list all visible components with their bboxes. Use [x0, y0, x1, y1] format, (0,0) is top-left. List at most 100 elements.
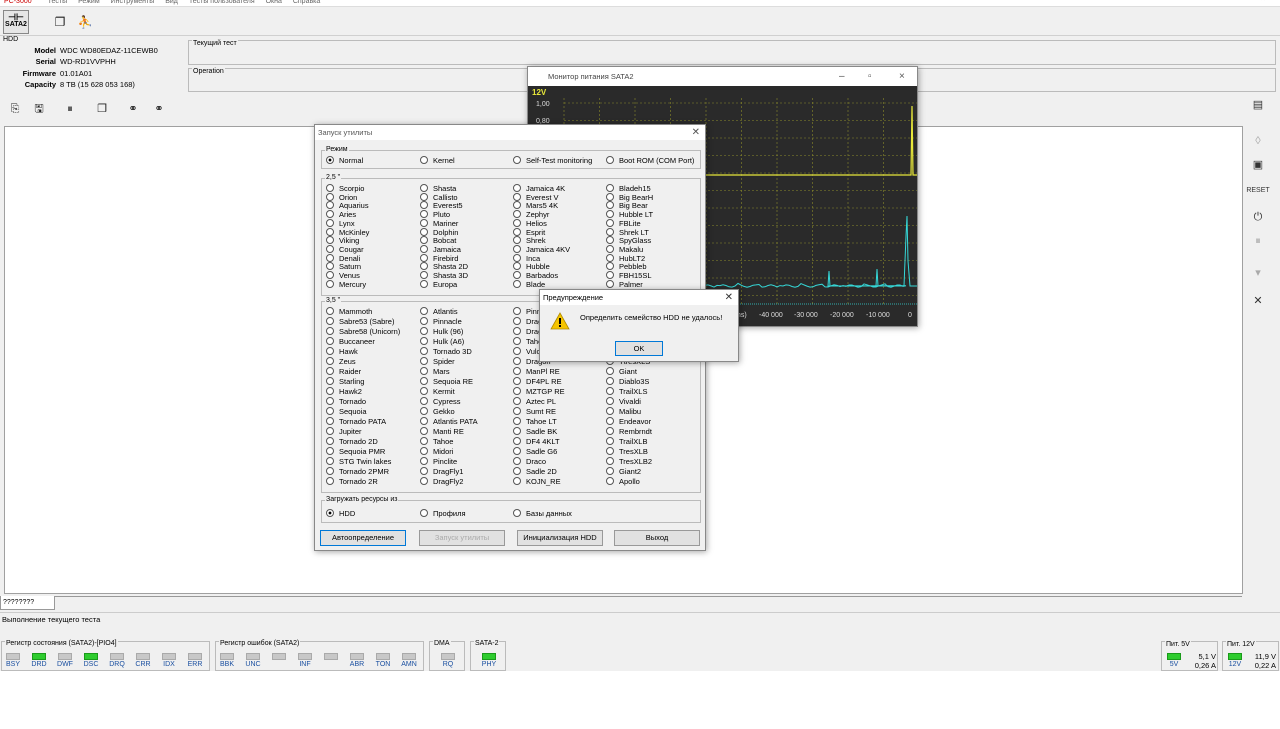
autodetect-button[interactable]: Автоопределение	[320, 530, 406, 546]
warning-close-icon[interactable]: ✕	[725, 290, 733, 305]
family-radio[interactable]: FBLite	[606, 219, 641, 228]
family-radio[interactable]: Dolphin	[420, 228, 458, 237]
family-radio[interactable]: Drag	[513, 317, 542, 326]
warning-dialog[interactable]: Предупреждение ✕ Определить семейство HD…	[539, 289, 739, 362]
family-radio[interactable]: Saturn	[326, 262, 361, 271]
family-radio[interactable]: Esprit	[513, 228, 545, 237]
family-radio[interactable]: Firebird	[420, 254, 458, 263]
family-radio[interactable]: Pinnacle	[420, 317, 462, 326]
mode-kernel-radio[interactable]: Kernel	[420, 156, 455, 165]
family-radio[interactable]: Bobcat	[420, 236, 456, 245]
family-radio[interactable]: Scorpio	[326, 184, 364, 193]
family-radio[interactable]: Pinclite	[420, 457, 457, 466]
family-radio[interactable]: MZTGP RE	[513, 387, 565, 396]
family-radio[interactable]: Denali	[326, 254, 360, 263]
family-radio[interactable]: Shrek	[513, 236, 546, 245]
menu-windows[interactable]: Окна	[266, 0, 282, 5]
family-radio[interactable]: Callisto	[420, 193, 458, 202]
family-radio[interactable]: Gekko	[420, 407, 455, 416]
family-radio[interactable]: Helios	[513, 219, 547, 228]
family-radio[interactable]: Jamaica 4K	[513, 184, 565, 193]
copy-pages-icon[interactable]: ❐	[49, 11, 71, 33]
family-radio[interactable]: Europa	[420, 280, 457, 289]
monitor-maximize-button[interactable]: ▫	[868, 67, 872, 86]
family-radio[interactable]: Sumt RE	[513, 407, 556, 416]
family-radio[interactable]: Big Bear	[606, 201, 648, 210]
family-radio[interactable]: DragFly1	[420, 467, 463, 476]
family-radio[interactable]: TresXLB	[606, 447, 648, 456]
pages-icon[interactable]: ❐	[93, 100, 111, 118]
family-radio[interactable]: Mariner	[420, 219, 458, 228]
family-radio[interactable]: ManPl RE	[513, 367, 560, 376]
family-radio[interactable]: Mammoth	[326, 307, 372, 316]
family-radio[interactable]: Aztec PL	[513, 397, 556, 406]
family-radio[interactable]: Starling	[326, 377, 364, 386]
family-radio[interactable]: DF4PL RE	[513, 377, 562, 386]
save-icon[interactable]: 🖫	[30, 100, 48, 118]
family-radio[interactable]: Aquarius	[326, 201, 369, 210]
family-radio[interactable]: Raider	[326, 367, 361, 376]
family-radio[interactable]: Aries	[326, 210, 356, 219]
family-radio[interactable]: Tahoe LT	[513, 417, 557, 426]
family-radio[interactable]: Shasta	[420, 184, 456, 193]
family-radio[interactable]: Hawk2	[326, 387, 362, 396]
log-icon[interactable]: ▤	[1246, 96, 1270, 114]
family-radio[interactable]: Orion	[326, 193, 357, 202]
family-radio[interactable]: Cypress	[420, 397, 461, 406]
exit-button[interactable]: Выход	[614, 530, 700, 546]
family-radio[interactable]: Sequoia RE	[420, 377, 473, 386]
resource-db-radio[interactable]: Базы данных	[513, 509, 572, 518]
family-radio[interactable]: Endeavor	[606, 417, 651, 426]
family-radio[interactable]: Tornado 3D	[420, 347, 472, 356]
family-radio[interactable]: TresXLB2	[606, 457, 652, 466]
family-radio[interactable]: Sequoia PMR	[326, 447, 385, 456]
family-radio[interactable]: Kermit	[420, 387, 455, 396]
family-radio[interactable]: DragFly2	[420, 477, 463, 486]
family-radio[interactable]: Mercury	[326, 280, 366, 289]
family-radio[interactable]: Giant2	[606, 467, 641, 476]
family-radio[interactable]: Midori	[420, 447, 453, 456]
menu-mode[interactable]: Режим	[78, 0, 100, 5]
family-radio[interactable]: Shasta 2D	[420, 262, 468, 271]
family-radio[interactable]: Sabre53 (Sabre)	[326, 317, 394, 326]
family-radio[interactable]: Tornado 2PMR	[326, 467, 389, 476]
init-hdd-button[interactable]: Инициализация HDD	[517, 530, 603, 546]
family-radio[interactable]: Sequoia	[326, 407, 367, 416]
family-radio[interactable]: Sadle BK	[513, 427, 557, 436]
dialog-close-icon[interactable]: ✕	[692, 125, 700, 140]
family-radio[interactable]: FBH15SL	[606, 271, 652, 280]
menu-tools[interactable]: Инструменты	[111, 0, 155, 5]
family-radio[interactable]: Zeus	[326, 357, 356, 366]
family-radio[interactable]: Mars5 4K	[513, 201, 558, 210]
family-radio[interactable]: Tornado	[326, 397, 366, 406]
menu-view[interactable]: Вид	[165, 0, 178, 5]
family-radio[interactable]: Venus	[326, 271, 360, 280]
family-radio[interactable]: Draco	[513, 457, 546, 466]
family-radio[interactable]: McKinley	[326, 228, 369, 237]
family-radio[interactable]: TrailXLB	[606, 437, 647, 446]
search-binoculars-icon[interactable]: ⚭	[124, 100, 142, 118]
export-icon[interactable]: ⎘	[6, 100, 24, 118]
family-radio[interactable]: DF4 4KLT	[513, 437, 560, 446]
terminal-icon[interactable]: ▣	[1246, 156, 1270, 174]
family-radio[interactable]: Buccaneer	[326, 337, 375, 346]
family-radio[interactable]: Jamaica 4KV	[513, 245, 570, 254]
family-radio[interactable]: Everest5	[420, 201, 463, 210]
search-next-binoculars-icon[interactable]: ⚭	[150, 100, 168, 118]
family-radio[interactable]: Spider	[420, 357, 455, 366]
family-radio[interactable]: Palmer	[606, 280, 643, 289]
family-radio[interactable]: Pebbleb	[606, 262, 647, 271]
family-radio[interactable]: Pinn	[513, 307, 541, 316]
family-radio[interactable]: Zephyr	[513, 210, 549, 219]
ok-button[interactable]: OK	[615, 341, 663, 356]
family-radio[interactable]: Big BearH	[606, 193, 653, 202]
family-radio[interactable]: Jamaica	[420, 245, 461, 254]
family-radio[interactable]: Sabre58 (Unicorn)	[326, 327, 400, 336]
family-radio[interactable]: Hubble	[513, 262, 550, 271]
family-radio[interactable]: Lynx	[326, 219, 355, 228]
family-radio[interactable]: KOJN_RE	[513, 477, 561, 486]
family-radio[interactable]: Apollo	[606, 477, 640, 486]
family-radio[interactable]: Makalu	[606, 245, 643, 254]
family-radio[interactable]: Bladeh15	[606, 184, 651, 193]
family-radio[interactable]: Diablo3S	[606, 377, 649, 386]
